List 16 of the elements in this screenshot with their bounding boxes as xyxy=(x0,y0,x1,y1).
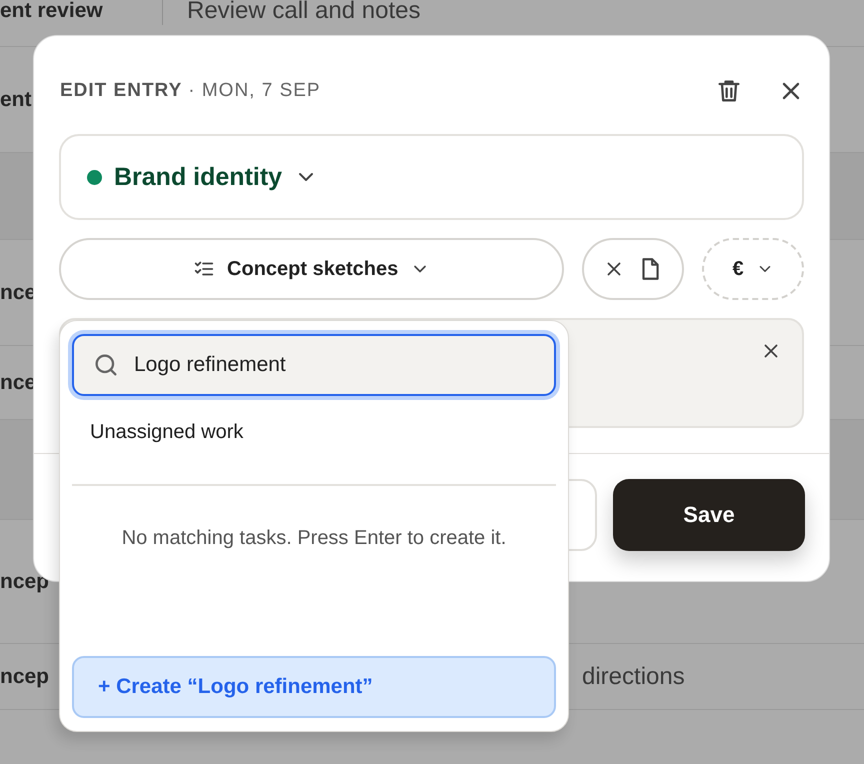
table-cell: ent review xyxy=(0,0,103,22)
currency-select[interactable]: € xyxy=(702,238,804,300)
empty-message: No matching tasks. Press Enter to create it. xyxy=(120,526,508,551)
table-cell: ncep xyxy=(0,570,50,594)
dialog-date: · MON, 7 SEP xyxy=(188,80,322,102)
task-select[interactable]: Concept sketches xyxy=(59,238,564,300)
task-option[interactable]: Unassigned work xyxy=(72,396,556,468)
table-cell: ent xyxy=(0,88,32,112)
save-button[interactable]: Save xyxy=(613,479,805,551)
dialog-title: EDIT ENTRY xyxy=(60,80,182,102)
create-task-button[interactable]: + Create “Logo refinement” xyxy=(72,656,556,718)
table-cell: Review call and notes xyxy=(187,0,420,24)
table-cell: ncep xyxy=(0,664,50,688)
search-input[interactable]: Logo refinement xyxy=(134,353,536,377)
table-cell: directions xyxy=(582,662,685,690)
project-select[interactable]: Brand identity xyxy=(59,134,804,220)
